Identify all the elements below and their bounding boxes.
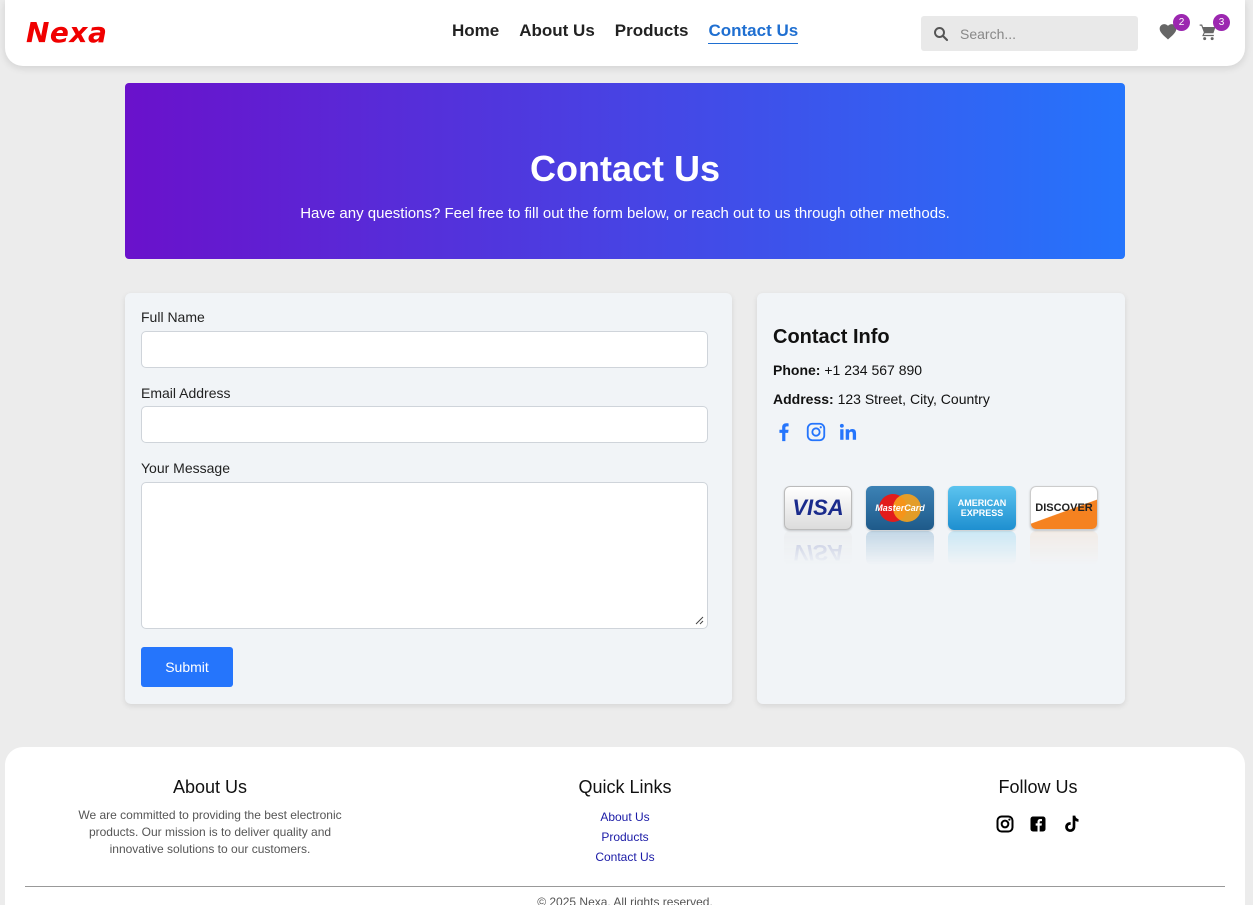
- navbar: Nexa Home About Us Products Contact Us 2…: [5, 0, 1245, 66]
- main-nav: Home About Us Products Contact Us: [452, 21, 799, 44]
- nav-contact-us[interactable]: Contact Us: [708, 21, 799, 44]
- footer-links-title: Quick Links: [578, 777, 672, 797]
- full-name-label: Full Name: [141, 309, 205, 325]
- instagram-icon[interactable]: [995, 814, 1015, 834]
- search-input[interactable]: [960, 25, 1120, 42]
- instagram-icon[interactable]: [805, 421, 827, 443]
- address-row: Address: 123 Street, City, Country: [773, 391, 990, 407]
- footer-social-links: [938, 814, 1138, 834]
- nav-about-us[interactable]: About Us: [519, 21, 595, 44]
- hero-banner: Contact Us Have any questions? Feel free…: [125, 83, 1125, 259]
- hero-subtitle: Have any questions? Feel free to fill ou…: [300, 205, 950, 222]
- copyright-text: © 2025 Nexa. All rights reserved.: [537, 895, 713, 905]
- footer-about-text: We are committed to providing the best e…: [78, 808, 342, 856]
- contact-info-title: Contact Info: [773, 326, 890, 348]
- nav-home[interactable]: Home: [452, 21, 499, 44]
- footer: About Us We are committed to providing t…: [5, 747, 1245, 905]
- wishlist-count-badge: 2: [1173, 14, 1190, 31]
- amex-card-icon: AMERICAN EXPRESS: [948, 486, 1016, 565]
- mastercard-card-icon: MasterCard: [866, 486, 934, 565]
- footer-links-list: About Us Products Contact Us: [525, 807, 725, 867]
- message-label: Your Message: [141, 460, 230, 476]
- footer-follow: Follow Us: [938, 777, 1138, 834]
- contact-form: Full Name Email Address Your Message Sub…: [125, 293, 732, 704]
- cart-count-badge: 3: [1213, 14, 1230, 31]
- search-icon: [934, 26, 949, 41]
- footer-about-title: About Us: [172, 777, 248, 797]
- email-field[interactable]: [141, 406, 708, 443]
- phone-row: Phone: +1 234 567 890: [773, 362, 922, 378]
- footer-about: About Us We are committed to providing t…: [70, 777, 350, 858]
- address-label: Address:: [773, 391, 834, 407]
- footer-follow-title: Follow Us: [998, 777, 1078, 797]
- nav-products[interactable]: Products: [615, 21, 689, 44]
- message-textarea[interactable]: [141, 482, 708, 629]
- payment-cards: VISA VISA MasterCard AMERICAN EXPRESS DI…: [784, 486, 1098, 565]
- facebook-icon[interactable]: [773, 421, 795, 443]
- wishlist-button[interactable]: 2: [1158, 14, 1190, 44]
- contact-info-card: Contact Info Phone: +1 234 567 890 Addre…: [757, 293, 1125, 704]
- tiktok-icon[interactable]: [1061, 814, 1081, 834]
- footer-link-contact-us[interactable]: Contact Us: [525, 847, 725, 867]
- search-bar: [921, 16, 1138, 51]
- submit-button[interactable]: Submit: [141, 647, 233, 687]
- footer-divider: [25, 886, 1225, 887]
- phone-value: +1 234 567 890: [824, 362, 923, 378]
- footer-quick-links: Quick Links About Us Products Contact Us: [525, 777, 725, 867]
- cart-button[interactable]: 3: [1198, 14, 1230, 44]
- footer-link-products[interactable]: Products: [525, 827, 725, 847]
- page-title: Contact Us: [529, 148, 721, 189]
- full-name-field[interactable]: [141, 331, 708, 368]
- email-label: Email Address: [141, 385, 231, 401]
- discover-card-icon: DISCOVER: [1030, 486, 1098, 565]
- brand-logo[interactable]: Nexa: [26, 16, 107, 49]
- resize-handle-icon[interactable]: [695, 616, 704, 625]
- facebook-icon[interactable]: [1028, 814, 1048, 834]
- address-value: 123 Street, City, Country: [837, 391, 990, 407]
- footer-link-about-us[interactable]: About Us: [525, 807, 725, 827]
- contact-social-links: [773, 421, 859, 443]
- linkedin-icon[interactable]: [837, 421, 859, 443]
- phone-label: Phone:: [773, 362, 821, 378]
- visa-card-icon: VISA VISA: [784, 486, 852, 565]
